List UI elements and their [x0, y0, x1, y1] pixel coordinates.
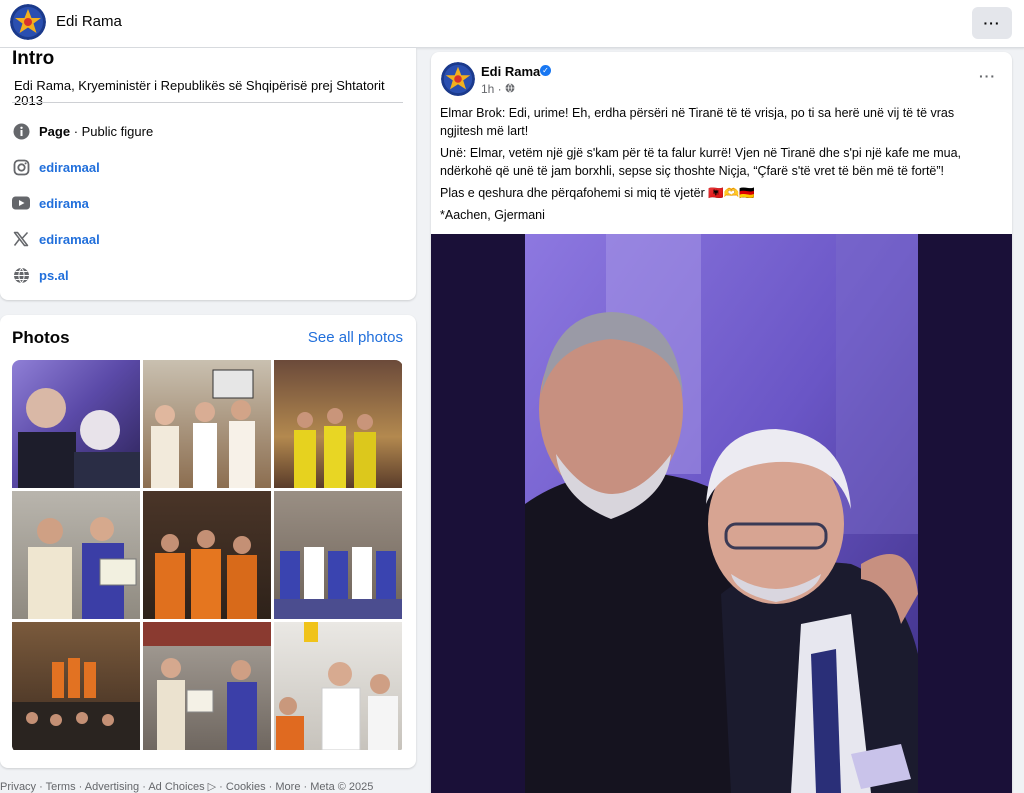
post-body: Elmar Brok: Edi, urime! Eh, erdha përsër… [440, 104, 1000, 228]
footer-links[interactable]: Privacy · Terms · Advertising · Ad Choic… [0, 780, 373, 793]
page-name[interactable]: Edi Rama [56, 13, 122, 30]
intro-card: Intro Edi Rama, Kryeministër i Republikë… [0, 48, 416, 300]
post-paragraph: Unë: Elmar, vetëm një gjë s'kam për të t… [440, 146, 961, 178]
x-link[interactable]: ediramaal [39, 232, 100, 247]
youtube-link[interactable]: edirama [39, 196, 89, 211]
website-row[interactable]: ps.al [12, 264, 69, 286]
x-icon [12, 230, 30, 248]
instagram-row[interactable]: ediramaal [12, 156, 100, 178]
verified-badge-icon: ✓ [540, 65, 551, 76]
photo-thumbnail[interactable] [274, 360, 402, 488]
instagram-icon [12, 158, 30, 176]
post-time-label: 1h · [481, 82, 502, 96]
info-icon [12, 122, 30, 140]
page-avatar[interactable] [10, 4, 46, 40]
globe-small-icon [505, 82, 515, 96]
x-row[interactable]: ediramaal [12, 228, 100, 250]
youtube-icon [12, 194, 30, 212]
more-icon: ··· [983, 15, 1001, 31]
photo-thumbnail[interactable] [143, 360, 271, 488]
post-card: Edi Rama ✓ 1h · ··· Elmar Brok: Edi, uri… [431, 52, 1012, 793]
page-header-bar: Edi Rama ··· [0, 0, 1024, 48]
post-author-name[interactable]: Edi Rama [481, 64, 540, 79]
intro-bio: Edi Rama, Kryeministër i Republikës së S… [14, 78, 385, 108]
instagram-link[interactable]: ediramaal [39, 160, 100, 175]
photo-thumbnail[interactable] [274, 622, 402, 751]
see-all-photos-link[interactable]: See all photos [308, 329, 403, 346]
photo-grid [12, 360, 403, 753]
photos-card: Photos See all photos [0, 315, 416, 768]
photo-thumbnail[interactable] [12, 491, 140, 619]
divider [12, 102, 403, 103]
post-photo[interactable] [431, 234, 1012, 793]
globe-icon [12, 266, 30, 284]
photo-thumbnail[interactable] [274, 491, 402, 619]
category-label: · Public figure [70, 123, 154, 139]
photo-thumbnail[interactable] [143, 491, 271, 619]
more-options-button[interactable]: ··· [972, 7, 1012, 39]
post-paragraph: Plas e qeshura dhe përqafohemi si miq të… [440, 186, 755, 200]
website-link[interactable]: ps.al [39, 268, 69, 283]
intro-category-row: Page · Public figure [12, 120, 153, 142]
post-timestamp[interactable]: 1h · [481, 82, 515, 96]
post-paragraph: Elmar Brok: Edi, urime! Eh, erdha përsër… [440, 106, 955, 138]
author-avatar[interactable] [441, 62, 475, 96]
photos-title: Photos [12, 328, 70, 347]
intro-title: Intro [12, 48, 55, 69]
page-type-label: Page [39, 123, 71, 139]
post-more-options-button[interactable]: ··· [979, 68, 996, 84]
post-paragraph: *Aachen, Gjermani [440, 208, 545, 222]
youtube-row[interactable]: edirama [12, 192, 89, 214]
photo-thumbnail[interactable] [12, 622, 140, 750]
photo-thumbnail[interactable] [143, 622, 271, 750]
photo-thumbnail[interactable] [12, 360, 140, 488]
